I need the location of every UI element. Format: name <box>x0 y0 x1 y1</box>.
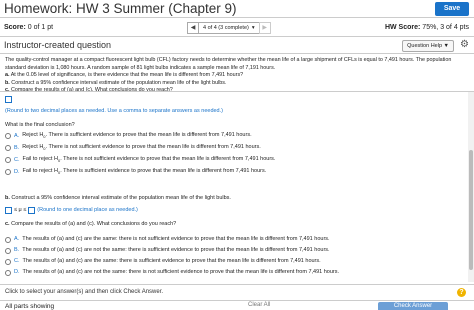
save-button[interactable]: Save <box>435 2 469 16</box>
option-text: Reject H0. There is sufficient evidence … <box>22 132 251 140</box>
radio-button[interactable] <box>5 269 11 276</box>
option-text: The results of (a) and (c) are the same:… <box>22 236 330 242</box>
part-b-round-note: (Round to one decimal place as needed.) <box>37 207 138 213</box>
question-select[interactable]: 4 of 4 (3 complete) ▾ <box>199 22 259 34</box>
hw-score-value: 75%, 3 of 4 pts <box>422 24 469 31</box>
statement-part-a: a. At the 0.05 level of significance, is… <box>5 72 467 80</box>
radio-button[interactable] <box>5 145 11 152</box>
part-c-label: c. <box>5 221 10 227</box>
score-bar: Score: 0 of 1 pt ◀ 4 of 4 (3 complete) ▾… <box>0 19 474 37</box>
question-help-label: Question Help <box>407 43 443 49</box>
scrollbar-thumb[interactable] <box>469 150 473 270</box>
ci-lower-input[interactable] <box>5 207 12 214</box>
part-a-question: What is the final conclusion? <box>5 122 75 128</box>
check-answer-button[interactable]: Check Answer <box>378 302 448 310</box>
part-a-round-note: (Round to two decimal places as needed. … <box>5 108 223 114</box>
radio-button[interactable] <box>5 169 11 176</box>
option-text-post: . There is not sufficient evidence to pr… <box>60 156 276 162</box>
divider <box>0 284 474 285</box>
option-text: The results of (a) and (c) are not the s… <box>22 247 330 253</box>
score-display: Score: 0 of 1 pt <box>4 24 53 31</box>
radio-button[interactable] <box>5 133 11 140</box>
statement-part-c-text: Compare the results of (a) and (c). What… <box>11 87 173 93</box>
option-text: Fail to reject H0. There is not sufficie… <box>23 156 276 164</box>
statement-part-a-text: At the 0.05 level of significance, is th… <box>10 72 244 78</box>
hw-score-label: HW Score: <box>384 24 421 31</box>
option-letter: C. <box>14 156 20 163</box>
radio-button[interactable] <box>5 157 11 164</box>
question-navigator: ◀ 4 of 4 (3 complete) ▾ ▶ <box>187 22 271 34</box>
part-a-option-c[interactable]: C. Fail to reject H0. There is not suffi… <box>5 156 275 164</box>
option-letter: D. <box>14 269 20 275</box>
statement-line-1: The quality-control manager at a compact… <box>5 57 452 63</box>
title-bar: Homework: HW 3 Summer (Chapter 9) Save <box>0 0 474 18</box>
statement-line-2: standard deviation is 1,080 hours. A ran… <box>5 64 276 71</box>
mu-inequality: ≤ μ ≤ <box>14 207 27 213</box>
part-a-answer-box[interactable] <box>5 96 12 103</box>
option-text-pre: Reject H <box>22 132 44 138</box>
score-label: Score: <box>4 24 26 31</box>
option-text: Fail to reject H0. There is sufficient e… <box>23 168 267 176</box>
option-text-post: . There is sufficient evidence to prove … <box>60 168 267 174</box>
part-a-option-a[interactable]: A. Reject H0. There is sufficient eviden… <box>5 132 252 140</box>
part-a-answer-box-row <box>5 96 12 104</box>
option-letter: A. <box>14 132 20 139</box>
option-letter: B. <box>14 247 20 253</box>
part-b-label: b. <box>5 195 10 201</box>
radio-button[interactable] <box>5 258 11 265</box>
radio-button[interactable] <box>5 247 11 254</box>
option-text-pre: Reject H <box>22 144 44 150</box>
statement-part-c-label: c. <box>5 87 10 93</box>
all-parts-label: All parts showing <box>5 303 55 310</box>
radio-button[interactable] <box>5 236 11 243</box>
clear-all-button[interactable]: Clear All <box>248 302 270 308</box>
statement-part-a-label: a. <box>5 72 10 78</box>
option-text: The results of (a) and (c) are the same:… <box>22 258 321 264</box>
part-c-question: c. Compare the results of (a) and (c). W… <box>5 221 176 228</box>
divider <box>0 91 474 92</box>
prev-question-button[interactable]: ◀ <box>187 22 199 34</box>
part-b-question-text: Construct a 95% confidence interval esti… <box>11 195 231 201</box>
gear-icon[interactable]: ⚙ <box>460 39 469 50</box>
option-text-pre: Fail to reject H <box>22 156 58 162</box>
score-value: 0 of 1 pt <box>27 24 54 31</box>
hw-score-display: HW Score: 75%, 3 of 4 pts <box>385 24 469 31</box>
part-c-option-a[interactable]: A. The results of (a) and (c) are the sa… <box>5 236 330 243</box>
question-select-label: 4 of 4 (3 complete) <box>203 25 249 31</box>
instruction-text: Click to select your answer(s) and then … <box>5 289 164 295</box>
help-icon[interactable]: ? <box>457 288 466 297</box>
problem-statement: The quality-control manager at a compact… <box>5 57 467 95</box>
part-b-question: b. Construct a 95% confidence interval e… <box>5 195 231 202</box>
part-a-option-b[interactable]: B. Reject H0. There is not sufficient ev… <box>5 144 261 152</box>
option-text: The results of (a) and (c) are not the s… <box>22 269 340 275</box>
option-text: Reject H0. There is not sufficient evide… <box>22 144 261 152</box>
statement-part-b-label: b. <box>5 79 10 86</box>
option-text-pre: Fail to reject H <box>22 168 58 174</box>
part-c-option-d[interactable]: D. The results of (a) and (c) are not th… <box>5 269 339 276</box>
part-b-interval-row: ≤ μ ≤ (Round to one decimal place as nee… <box>5 207 138 214</box>
option-letter: C. <box>14 258 20 264</box>
option-letter: A. <box>14 236 20 242</box>
question-title: Instructor-created question <box>4 40 112 50</box>
option-letter: B. <box>14 144 20 151</box>
footer-bar: All parts showing Clear All Check Answer <box>0 300 474 310</box>
question-header: Instructor-created question Question Hel… <box>0 37 474 54</box>
statement-part-b-text: Construct a 95% confidence interval esti… <box>11 79 227 86</box>
question-help-button[interactable]: Question Help ▼ <box>402 40 454 52</box>
part-c-option-b[interactable]: B. The results of (a) and (c) are not th… <box>5 247 330 254</box>
ci-upper-input[interactable] <box>28 207 36 214</box>
chevron-left-icon: ◀ <box>190 25 196 31</box>
statement-part-b: b. Construct a 95% confidence interval e… <box>5 80 467 88</box>
part-a-option-d[interactable]: D. Fail to reject H0. There is sufficien… <box>5 168 266 176</box>
part-c-question-text: Compare the results of (a) and (c). What… <box>11 221 177 227</box>
caret-down-icon: ▼ <box>443 43 449 49</box>
next-question-button[interactable]: ▶ <box>258 22 271 34</box>
chevron-down-icon: ▾ <box>251 25 255 31</box>
option-letter: D. <box>14 168 20 175</box>
page-title: Homework: HW 3 Summer (Chapter 9) <box>4 1 237 16</box>
option-text-post: . There is sufficient evidence to prove … <box>45 132 252 138</box>
chevron-right-icon: ▶ <box>262 25 267 31</box>
part-c-option-c[interactable]: C. The results of (a) and (c) are the sa… <box>5 258 321 265</box>
option-text-post: . There is not sufficient evidence to pr… <box>45 144 261 150</box>
